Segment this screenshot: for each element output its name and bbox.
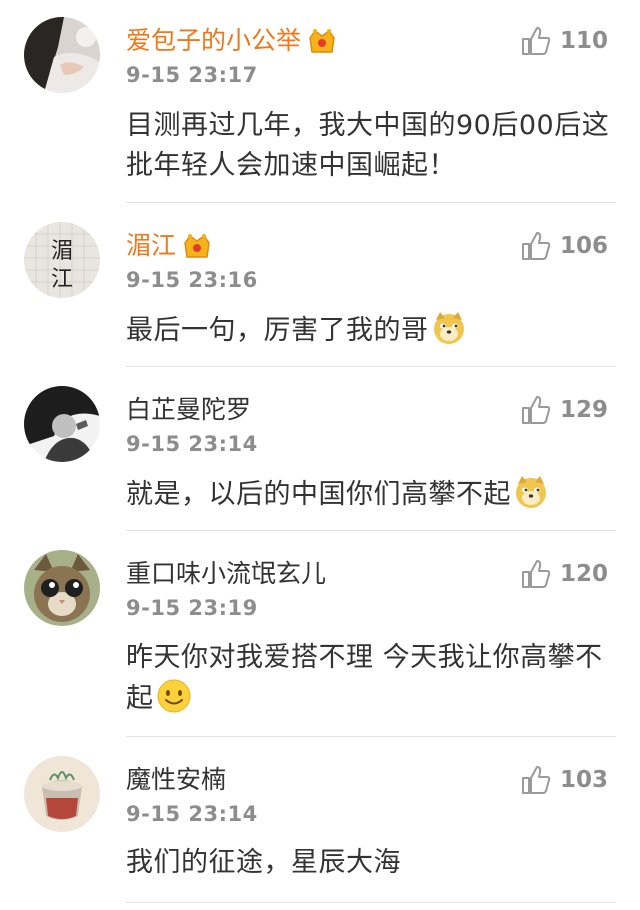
timestamp: 9-15 23:19 — [126, 596, 258, 620]
comment-text: 目测再过几年，我大中国的90后00后这批年轻人会加速中国崛起！ — [126, 106, 616, 186]
thumbs-up-icon — [521, 27, 551, 55]
like-button[interactable]: 110 — [520, 25, 608, 57]
like-count: 120 — [559, 561, 608, 587]
vip-crown-icon — [309, 29, 335, 53]
username-text[interactable]: 魔性安楠 — [126, 765, 226, 795]
avatar-photo-icon — [24, 386, 100, 462]
avatar-calligraphy-char: 湄 — [51, 239, 73, 264]
like-button[interactable]: 120 — [520, 558, 608, 590]
thumbs-up-icon — [521, 560, 551, 588]
divider — [126, 202, 616, 203]
vip-crown-icon — [184, 234, 210, 258]
like-button[interactable]: 129 — [520, 394, 608, 426]
smile-emoji-icon — [157, 679, 190, 713]
divider — [126, 366, 616, 367]
avatar-photo-icon — [24, 17, 100, 93]
divider — [126, 530, 616, 531]
username[interactable]: 魔性安楠 — [126, 765, 226, 795]
comment-text-content: 昨天你对我爱搭不理 今天我让你高攀不起 — [126, 642, 603, 714]
username-text[interactable]: 白芷曼陀罗 — [126, 395, 251, 425]
comment-text: 我们的征途，星辰大海 — [126, 843, 616, 883]
comment-text: 昨天你对我爱搭不理 今天我让你高攀不起 — [126, 638, 614, 719]
avatar-cat-icon — [24, 550, 100, 626]
timestamp: 9-15 23:14 — [126, 432, 258, 456]
like-count: 129 — [559, 397, 608, 423]
divider — [126, 902, 616, 903]
thumbs-up-icon — [521, 766, 551, 794]
like-count: 106 — [559, 233, 608, 259]
doge-emoji-icon — [516, 476, 546, 508]
like-count: 103 — [559, 767, 608, 793]
divider — [126, 736, 616, 737]
avatar-calligraphy-char: 江 — [51, 267, 73, 292]
username[interactable]: 重口味小流氓玄儿 — [126, 559, 326, 589]
username[interactable]: 白芷曼陀罗 — [126, 395, 251, 425]
username[interactable]: 湄江 — [126, 231, 212, 261]
comment-text-content: 最后一句，厉害了我的哥 — [126, 315, 429, 346]
comment-text: 最后一句，厉害了我的哥 — [126, 310, 616, 351]
like-button[interactable]: 106 — [520, 230, 608, 262]
comment-text: 就是，以后的中国你们高攀不起 — [126, 474, 616, 515]
like-button[interactable]: 103 — [520, 764, 608, 796]
avatar-calligraphy-icon: 湄 江 — [24, 222, 100, 298]
doge-emoji-icon — [433, 312, 464, 344]
avatar[interactable] — [24, 386, 100, 462]
timestamp: 9-15 23:16 — [126, 268, 258, 292]
avatar[interactable] — [24, 17, 100, 93]
avatar[interactable] — [24, 756, 100, 832]
username-text[interactable]: 爱包子的小公举 — [126, 26, 301, 56]
avatar-illustration-icon — [24, 756, 100, 832]
comment-text-content: 目测再过几年，我大中国的90后00后这批年轻人会加速中国崛起！ — [126, 110, 610, 181]
username-text[interactable]: 湄江 — [126, 231, 176, 261]
thumbs-up-icon — [521, 396, 551, 424]
timestamp: 9-15 23:17 — [126, 63, 258, 87]
timestamp: 9-15 23:14 — [126, 802, 258, 826]
thumbs-up-icon — [521, 232, 551, 260]
avatar[interactable]: 湄 江 — [24, 222, 100, 298]
username-text[interactable]: 重口味小流氓玄儿 — [126, 559, 326, 589]
comment-text-content: 我们的征途，星辰大海 — [126, 847, 401, 878]
avatar[interactable] — [24, 550, 100, 626]
like-count: 110 — [559, 28, 608, 54]
comment-text-content: 就是，以后的中国你们高攀不起 — [126, 479, 511, 510]
username[interactable]: 爱包子的小公举 — [126, 26, 337, 56]
